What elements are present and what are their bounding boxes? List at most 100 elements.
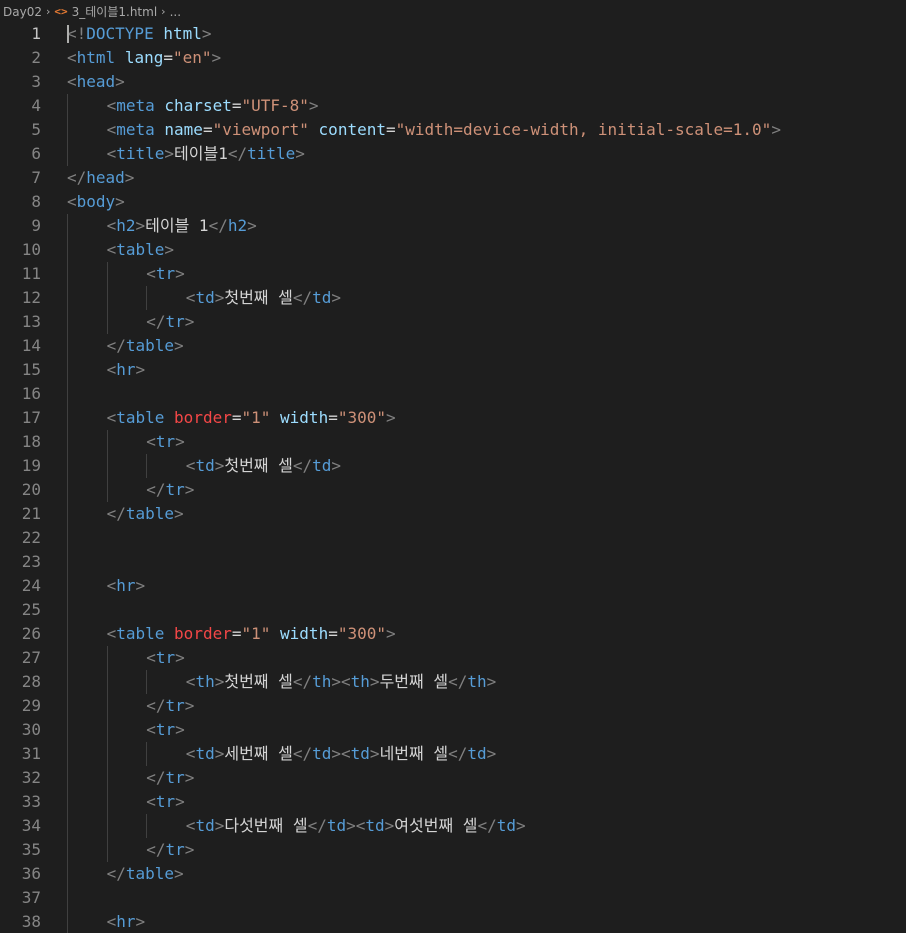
indent-guide — [146, 286, 148, 310]
line-content: </table> — [107, 502, 184, 526]
code-token: td — [312, 288, 332, 307]
code-line[interactable]: 23 — [0, 550, 906, 574]
breadcrumb: Day02 › <> 3_테이블1.html › ... — [0, 0, 906, 23]
indent-guide — [106, 646, 108, 670]
code-line[interactable]: 31 <td>세번째 셀</td><td>네번째 셀</td> — [0, 742, 906, 766]
code-token: > — [135, 912, 146, 931]
code-area[interactable]: 1 <!DOCTYPE html> 2 <html lang="en"> 3 <head>… — [0, 22, 906, 933]
code-line[interactable]: 5 <meta name="viewport" content="width=de… — [0, 118, 906, 142]
code-line[interactable]: 1 <!DOCTYPE html> — [0, 22, 906, 46]
code-line[interactable]: 21 </table> — [0, 502, 906, 526]
code-line[interactable]: 22 — [0, 526, 906, 550]
code-token: > — [771, 120, 781, 139]
indent-guide — [106, 814, 108, 838]
code-line[interactable]: 4 <meta charset="UTF-8"> — [0, 94, 906, 118]
code-line[interactable]: 38 <hr> — [0, 910, 906, 933]
code-line[interactable]: 33 <tr> — [0, 790, 906, 814]
code-token: content — [318, 120, 386, 139]
line-number: 32 — [21, 768, 41, 787]
code-line[interactable]: 11 <tr> — [0, 262, 906, 286]
code-token: > — [184, 840, 195, 859]
code-token: = — [328, 624, 338, 643]
line-number: 36 — [21, 864, 41, 883]
indent-guide — [106, 742, 108, 766]
code-token: 다섯번째 셀 — [224, 816, 308, 835]
code-token: </ — [292, 288, 313, 307]
code-token: < — [67, 72, 77, 91]
code-token: > — [115, 192, 125, 211]
line-number: 1 — [31, 24, 41, 43]
code-token: html — [76, 48, 116, 67]
code-line[interactable]: 20 </tr> — [0, 478, 906, 502]
indent-guide — [67, 358, 68, 382]
indent-guide — [106, 838, 108, 862]
indent-guide — [67, 670, 68, 694]
code-line[interactable]: 10 <table> — [0, 238, 906, 262]
code-token: "300" — [337, 408, 387, 427]
code-line[interactable]: 36 </table> — [0, 862, 906, 886]
code-token: "width=device-width, initial-scale=1.0" — [395, 120, 772, 139]
line-number: 22 — [21, 528, 41, 547]
line-number: 18 — [21, 432, 41, 451]
code-line[interactable]: 13 </tr> — [0, 310, 906, 334]
code-token: table — [116, 408, 165, 427]
code-token: > — [369, 744, 380, 763]
code-token: head — [76, 72, 116, 91]
code-editor[interactable]: Day02 › <> 3_테이블1.html › ... 1 <!DOCTYPE … — [0, 0, 906, 933]
code-line[interactable]: 12 <td>첫번째 셀</td> — [0, 286, 906, 310]
code-line[interactable]: 17 <table border="1" width="300"> — [0, 406, 906, 430]
indent-guide — [67, 142, 68, 166]
breadcrumb-more[interactable]: ... — [170, 5, 181, 19]
line-content: <tr> — [146, 718, 185, 742]
code-token: = — [328, 408, 338, 427]
code-token: >< — [331, 744, 351, 763]
line-content: </tr> — [146, 694, 194, 718]
code-token: "en" — [172, 48, 212, 67]
code-token: td — [365, 816, 385, 835]
code-line[interactable]: 6 <title>테이블1</title> — [0, 142, 906, 166]
code-token: td — [195, 744, 215, 763]
indent-guide — [106, 262, 108, 286]
code-line[interactable]: 19 <td>첫번째 셀</td> — [0, 454, 906, 478]
code-token: </ — [146, 312, 166, 331]
indent-guide — [106, 670, 108, 694]
code-token: td — [350, 744, 370, 763]
code-line[interactable]: 3 <head> — [0, 70, 906, 94]
code-line[interactable]: 7 </head> — [0, 166, 906, 190]
line-content: <table border="1" width="300"> — [107, 622, 396, 646]
line-number: 11 — [21, 264, 41, 283]
code-line[interactable]: 9 <h2>테이블 1</h2> — [0, 214, 906, 238]
code-line[interactable]: 26 <table border="1" width="300"> — [0, 622, 906, 646]
code-line[interactable]: 25 — [0, 598, 906, 622]
line-content: </tr> — [146, 766, 194, 790]
code-token: </ — [146, 480, 166, 499]
code-line[interactable]: 8 <body> — [0, 190, 906, 214]
code-line[interactable]: 18 <tr> — [0, 430, 906, 454]
code-line[interactable]: 2 <html lang="en"> — [0, 46, 906, 70]
code-line[interactable]: 15 <hr> — [0, 358, 906, 382]
code-line[interactable]: 24 <hr> — [0, 574, 906, 598]
breadcrumb-folder[interactable]: Day02 — [3, 5, 42, 19]
code-token: tr — [155, 264, 176, 283]
line-content: <table> — [107, 238, 174, 262]
code-token: < — [185, 816, 196, 835]
code-line[interactable]: 30 <tr> — [0, 718, 906, 742]
code-line[interactable]: 34 <td>다섯번째 셀</td><td>여섯번째 셀</td> — [0, 814, 906, 838]
code-line[interactable]: 16 — [0, 382, 906, 406]
breadcrumb-file[interactable]: 3_테이블1.html — [72, 3, 158, 20]
code-line[interactable]: 32 </tr> — [0, 766, 906, 790]
line-number: 7 — [31, 168, 41, 187]
code-line[interactable]: 27 <tr> — [0, 646, 906, 670]
code-line[interactable]: 29 </tr> — [0, 694, 906, 718]
line-number: 19 — [21, 456, 41, 475]
code-token: > — [369, 672, 380, 691]
line-content: <hr> — [107, 358, 146, 382]
code-token: th — [350, 672, 370, 691]
indent-guide — [146, 814, 148, 838]
code-line[interactable]: 28 <th>첫번째 셀</th><th>두번째 셀</th> — [0, 670, 906, 694]
code-line[interactable]: 14 </table> — [0, 334, 906, 358]
code-line[interactable]: 35 </tr> — [0, 838, 906, 862]
code-line[interactable]: 37 — [0, 886, 906, 910]
